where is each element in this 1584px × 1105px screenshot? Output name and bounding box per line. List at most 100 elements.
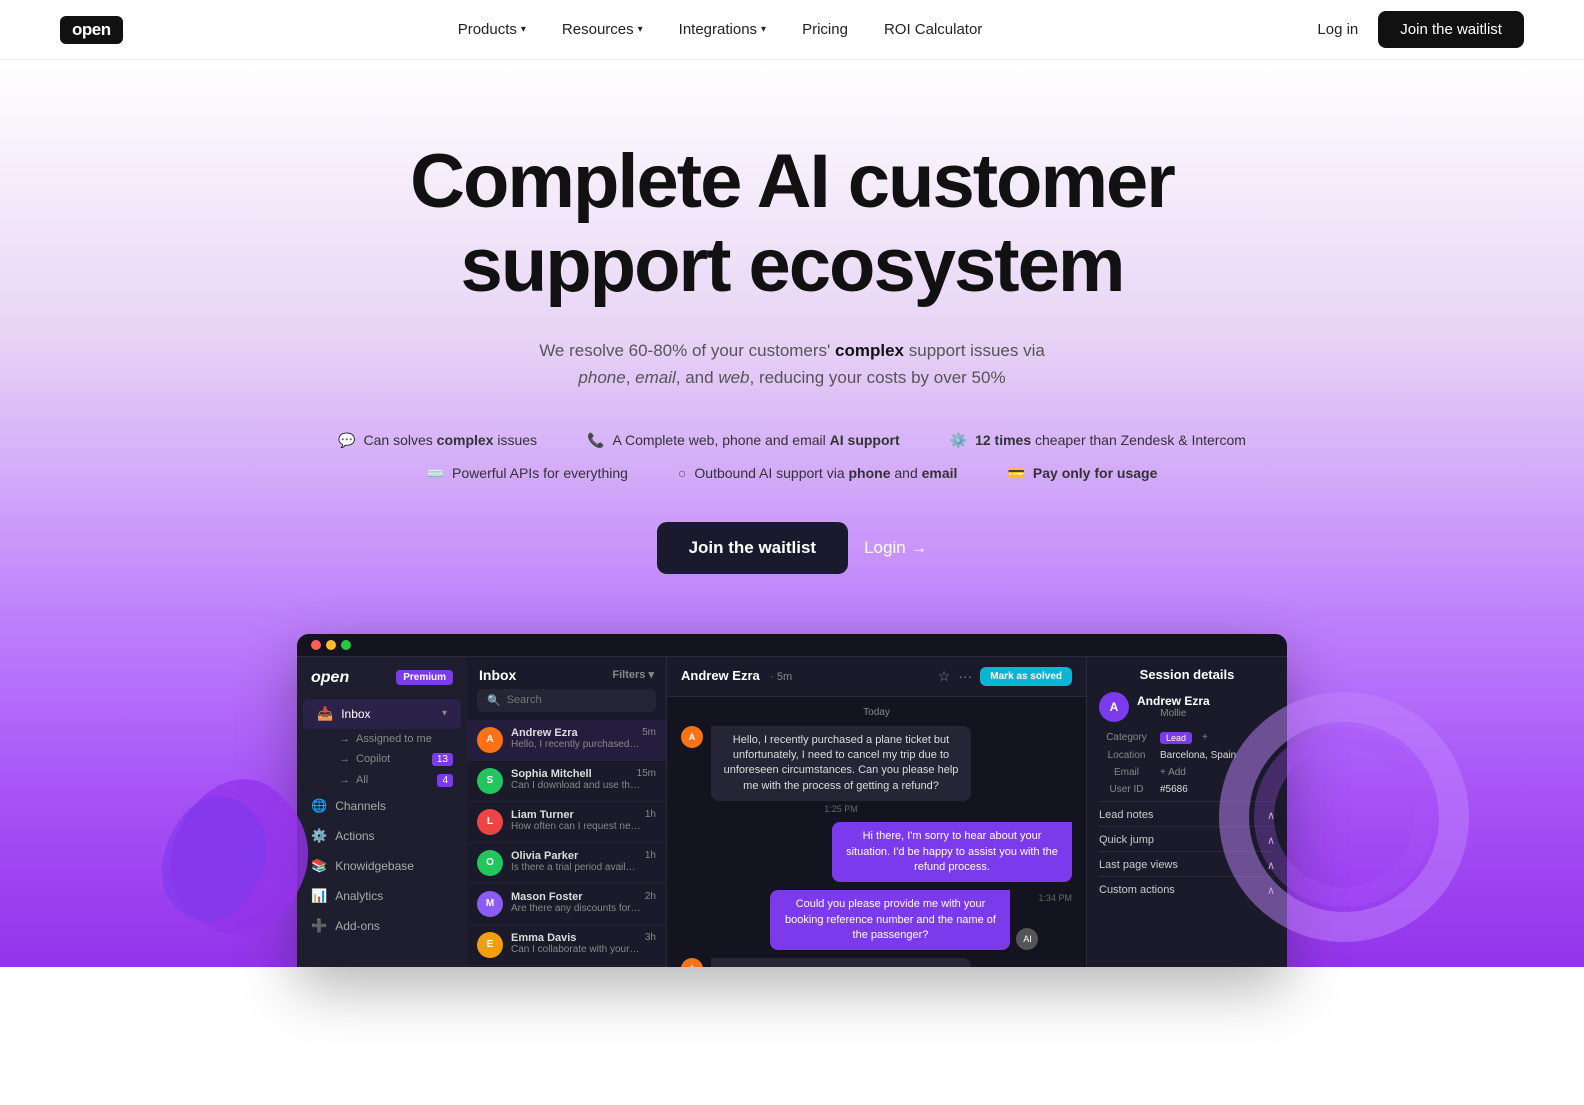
session-user-company: Mollie — [1137, 708, 1210, 719]
nav-actions: Log in Join the waitlist — [1317, 11, 1524, 48]
session-title: Session details — [1099, 667, 1275, 682]
chat-icon: 💬 — [338, 432, 355, 449]
login-link[interactable]: Log in — [1317, 21, 1358, 38]
actions-icon: ⚙️ — [311, 828, 327, 844]
msg-bubble-1: Hello, I recently purchased a plane tick… — [711, 726, 971, 802]
session-field-category: Category Lead + — [1099, 732, 1275, 744]
chat-actions: ☆ ··· Mark as solved — [938, 667, 1072, 686]
more-icon[interactable]: ··· — [958, 668, 972, 684]
inbox-filters-button[interactable]: Filters ▾ — [612, 668, 654, 681]
search-input[interactable] — [507, 694, 646, 706]
avatar-mason: M — [477, 891, 503, 917]
msg-bubble-agent-2: Could you please provide me with your bo… — [770, 890, 1010, 950]
inbox-title: Inbox — [479, 667, 516, 683]
contact-olivia[interactable]: O Olivia Parker 1h Is there a trial peri… — [467, 843, 666, 884]
integrations-chevron-icon: ▾ — [761, 24, 766, 35]
lead-notes-section[interactable]: Lead notes ∧ — [1099, 801, 1275, 826]
feature-complex: 💬 Can solves complex issues — [338, 432, 537, 449]
sidebar-item-analytics[interactable]: 📊 Analytics — [297, 881, 467, 911]
hero-waitlist-button[interactable]: Join the waitlist — [657, 522, 849, 574]
nav-roi[interactable]: ROI Calculator — [884, 21, 982, 38]
lead-badge: Lead — [1160, 732, 1192, 744]
navbar: open Products ▾ Resources ▾ Integrations… — [0, 0, 1584, 60]
code-icon: ⌨️ — [427, 465, 444, 482]
last-page-views-section[interactable]: Last page views ∧ — [1099, 851, 1275, 876]
chat-message-agent-1: Hi there, I'm sorry to hear about your s… — [681, 822, 1072, 882]
custom-actions-label: Custom actions — [1099, 884, 1175, 896]
channels-icon: 🌐 — [311, 798, 327, 814]
feature-ai-support: 📞 A Complete web, phone and email AI sup… — [587, 432, 900, 449]
sidebar-assigned[interactable]: → Assigned to me — [325, 729, 467, 749]
inbox-search-bar: 🔍 — [477, 689, 656, 712]
app-preview-wrapper: open Premium 📥 Inbox ▾ → Assigned to me — [60, 634, 1524, 967]
contact-liam[interactable]: L Liam Turner 1h How often can I request… — [467, 802, 666, 843]
avatar-liam: L — [477, 809, 503, 835]
nav-resources[interactable]: Resources ▾ — [562, 21, 643, 38]
phone-icon: 📞 — [587, 432, 604, 449]
avatar-sophia: S — [477, 768, 503, 794]
chat-contact-name: Andrew Ezra — [681, 668, 760, 683]
quick-jump-label: Quick jump — [1099, 834, 1154, 846]
sidebar-item-knowledge[interactable]: 📚 Knowidgebase — [297, 851, 467, 881]
quick-jump-chevron-icon: ∧ — [1267, 834, 1275, 847]
session-user: A Andrew Ezra Mollie — [1099, 692, 1275, 722]
nav-products[interactable]: Products ▾ — [458, 21, 526, 38]
feature-pay-usage: 💳 Pay only for usage — [1007, 465, 1157, 482]
nav-cta-button[interactable]: Join the waitlist — [1378, 11, 1524, 48]
session-panel: Session details A Andrew Ezra Mollie Cat… — [1087, 657, 1287, 967]
inbox-icon: 📥 — [317, 706, 333, 722]
agent-avatar: AI — [1016, 928, 1038, 950]
chat-contact-time: · 5m — [770, 671, 792, 683]
contact-mason[interactable]: M Mason Foster 2h Are there any discount… — [467, 884, 666, 925]
resources-chevron-icon: ▾ — [638, 24, 643, 35]
features-row-2: ⌨️ Powerful APIs for everything ○ Outbou… — [60, 465, 1524, 482]
nav-integrations[interactable]: Integrations ▾ — [679, 21, 766, 38]
inbox-header: Inbox Filters ▾ — [467, 657, 666, 689]
contact-andrew[interactable]: A Andrew Ezra 5m Hello, I recently purch… — [467, 720, 666, 761]
app-ui: open Premium 📥 Inbox ▾ → Assigned to me — [297, 657, 1287, 967]
sidebar-copilot[interactable]: → Copilot 13 — [325, 749, 467, 770]
nav-logo[interactable]: open — [60, 16, 123, 44]
avatar-emma: E — [477, 932, 503, 958]
nav-pricing[interactable]: Pricing — [802, 21, 848, 38]
sidebar-item-inbox[interactable]: 📥 Inbox ▾ — [303, 699, 461, 729]
quick-jump-section[interactable]: Quick jump ∧ — [1099, 826, 1275, 851]
session-avatar: A — [1099, 692, 1129, 722]
app-screenshot: open Premium 📥 Inbox ▾ → Assigned to me — [297, 634, 1287, 967]
inbox-list: Inbox Filters ▾ 🔍 A Andrew Ezra 5m — [467, 657, 667, 967]
lead-notes-chevron-icon: ∧ — [1267, 809, 1275, 822]
chat-message-user-2: A Sure, my booking reference number is A… — [681, 958, 1072, 966]
sidebar-item-actions[interactable]: ⚙️ Actions — [297, 821, 467, 851]
chat-message-agent-2: Could you please provide me with your bo… — [681, 890, 1072, 950]
star-icon[interactable]: ☆ — [938, 668, 951, 685]
session-user-name: Andrew Ezra — [1137, 694, 1210, 708]
cta-group: Join the waitlist Login → — [60, 522, 1524, 574]
contact-sophia[interactable]: S Sophia Mitchell 15m Can I download and… — [467, 761, 666, 802]
sidebar-item-addons[interactable]: ➕ Add-ons — [297, 911, 467, 941]
mark-solved-button[interactable]: Mark as solved — [980, 667, 1072, 686]
sidebar-all[interactable]: → All 4 — [325, 770, 467, 791]
knowledge-icon: 📚 — [311, 858, 327, 874]
chat-messages: Today A Hello, I recently purchased a pl… — [667, 697, 1086, 967]
app-sidebar: open Premium 📥 Inbox ▾ → Assigned to me — [297, 657, 467, 967]
feature-outbound: ○ Outbound AI support via phone and emai… — [678, 465, 958, 482]
chat-header: Andrew Ezra · 5m ☆ ··· Mark as solved — [667, 657, 1086, 697]
avatar-olivia: O — [477, 850, 503, 876]
avatar-andrew: A — [477, 727, 503, 753]
search-icon: 🔍 — [487, 694, 501, 707]
hero-login-button[interactable]: Login → — [864, 538, 927, 558]
chat-message-user-1: A Hello, I recently purchased a plane ti… — [681, 726, 1072, 815]
contact-emma[interactable]: E Emma Davis 3h Can I collaborate with y… — [467, 925, 666, 966]
sidebar-sub-menu: → Assigned to me → Copilot 13 → All 4 — [297, 729, 467, 791]
hero-subtext: We resolve 60-80% of your customers' com… — [492, 337, 1092, 391]
msg-time-agent: 1:34 PM — [1038, 893, 1072, 903]
msg-bubble-2: Sure, my booking reference number is AW3… — [711, 958, 971, 966]
hero-headline: Complete AI customer support ecosystem — [342, 140, 1242, 307]
sidebar-item-channels[interactable]: 🌐 Channels — [297, 791, 467, 821]
feature-apis: ⌨️ Powerful APIs for everything — [427, 465, 628, 482]
last-page-views-chevron-icon: ∧ — [1267, 859, 1275, 872]
payment-icon: 💳 — [1007, 465, 1024, 482]
custom-actions-section[interactable]: Custom actions ∧ — [1099, 876, 1275, 901]
nav-links: Products ▾ Resources ▾ Integrations ▾ Pr… — [458, 21, 983, 38]
products-chevron-icon: ▾ — [521, 24, 526, 35]
